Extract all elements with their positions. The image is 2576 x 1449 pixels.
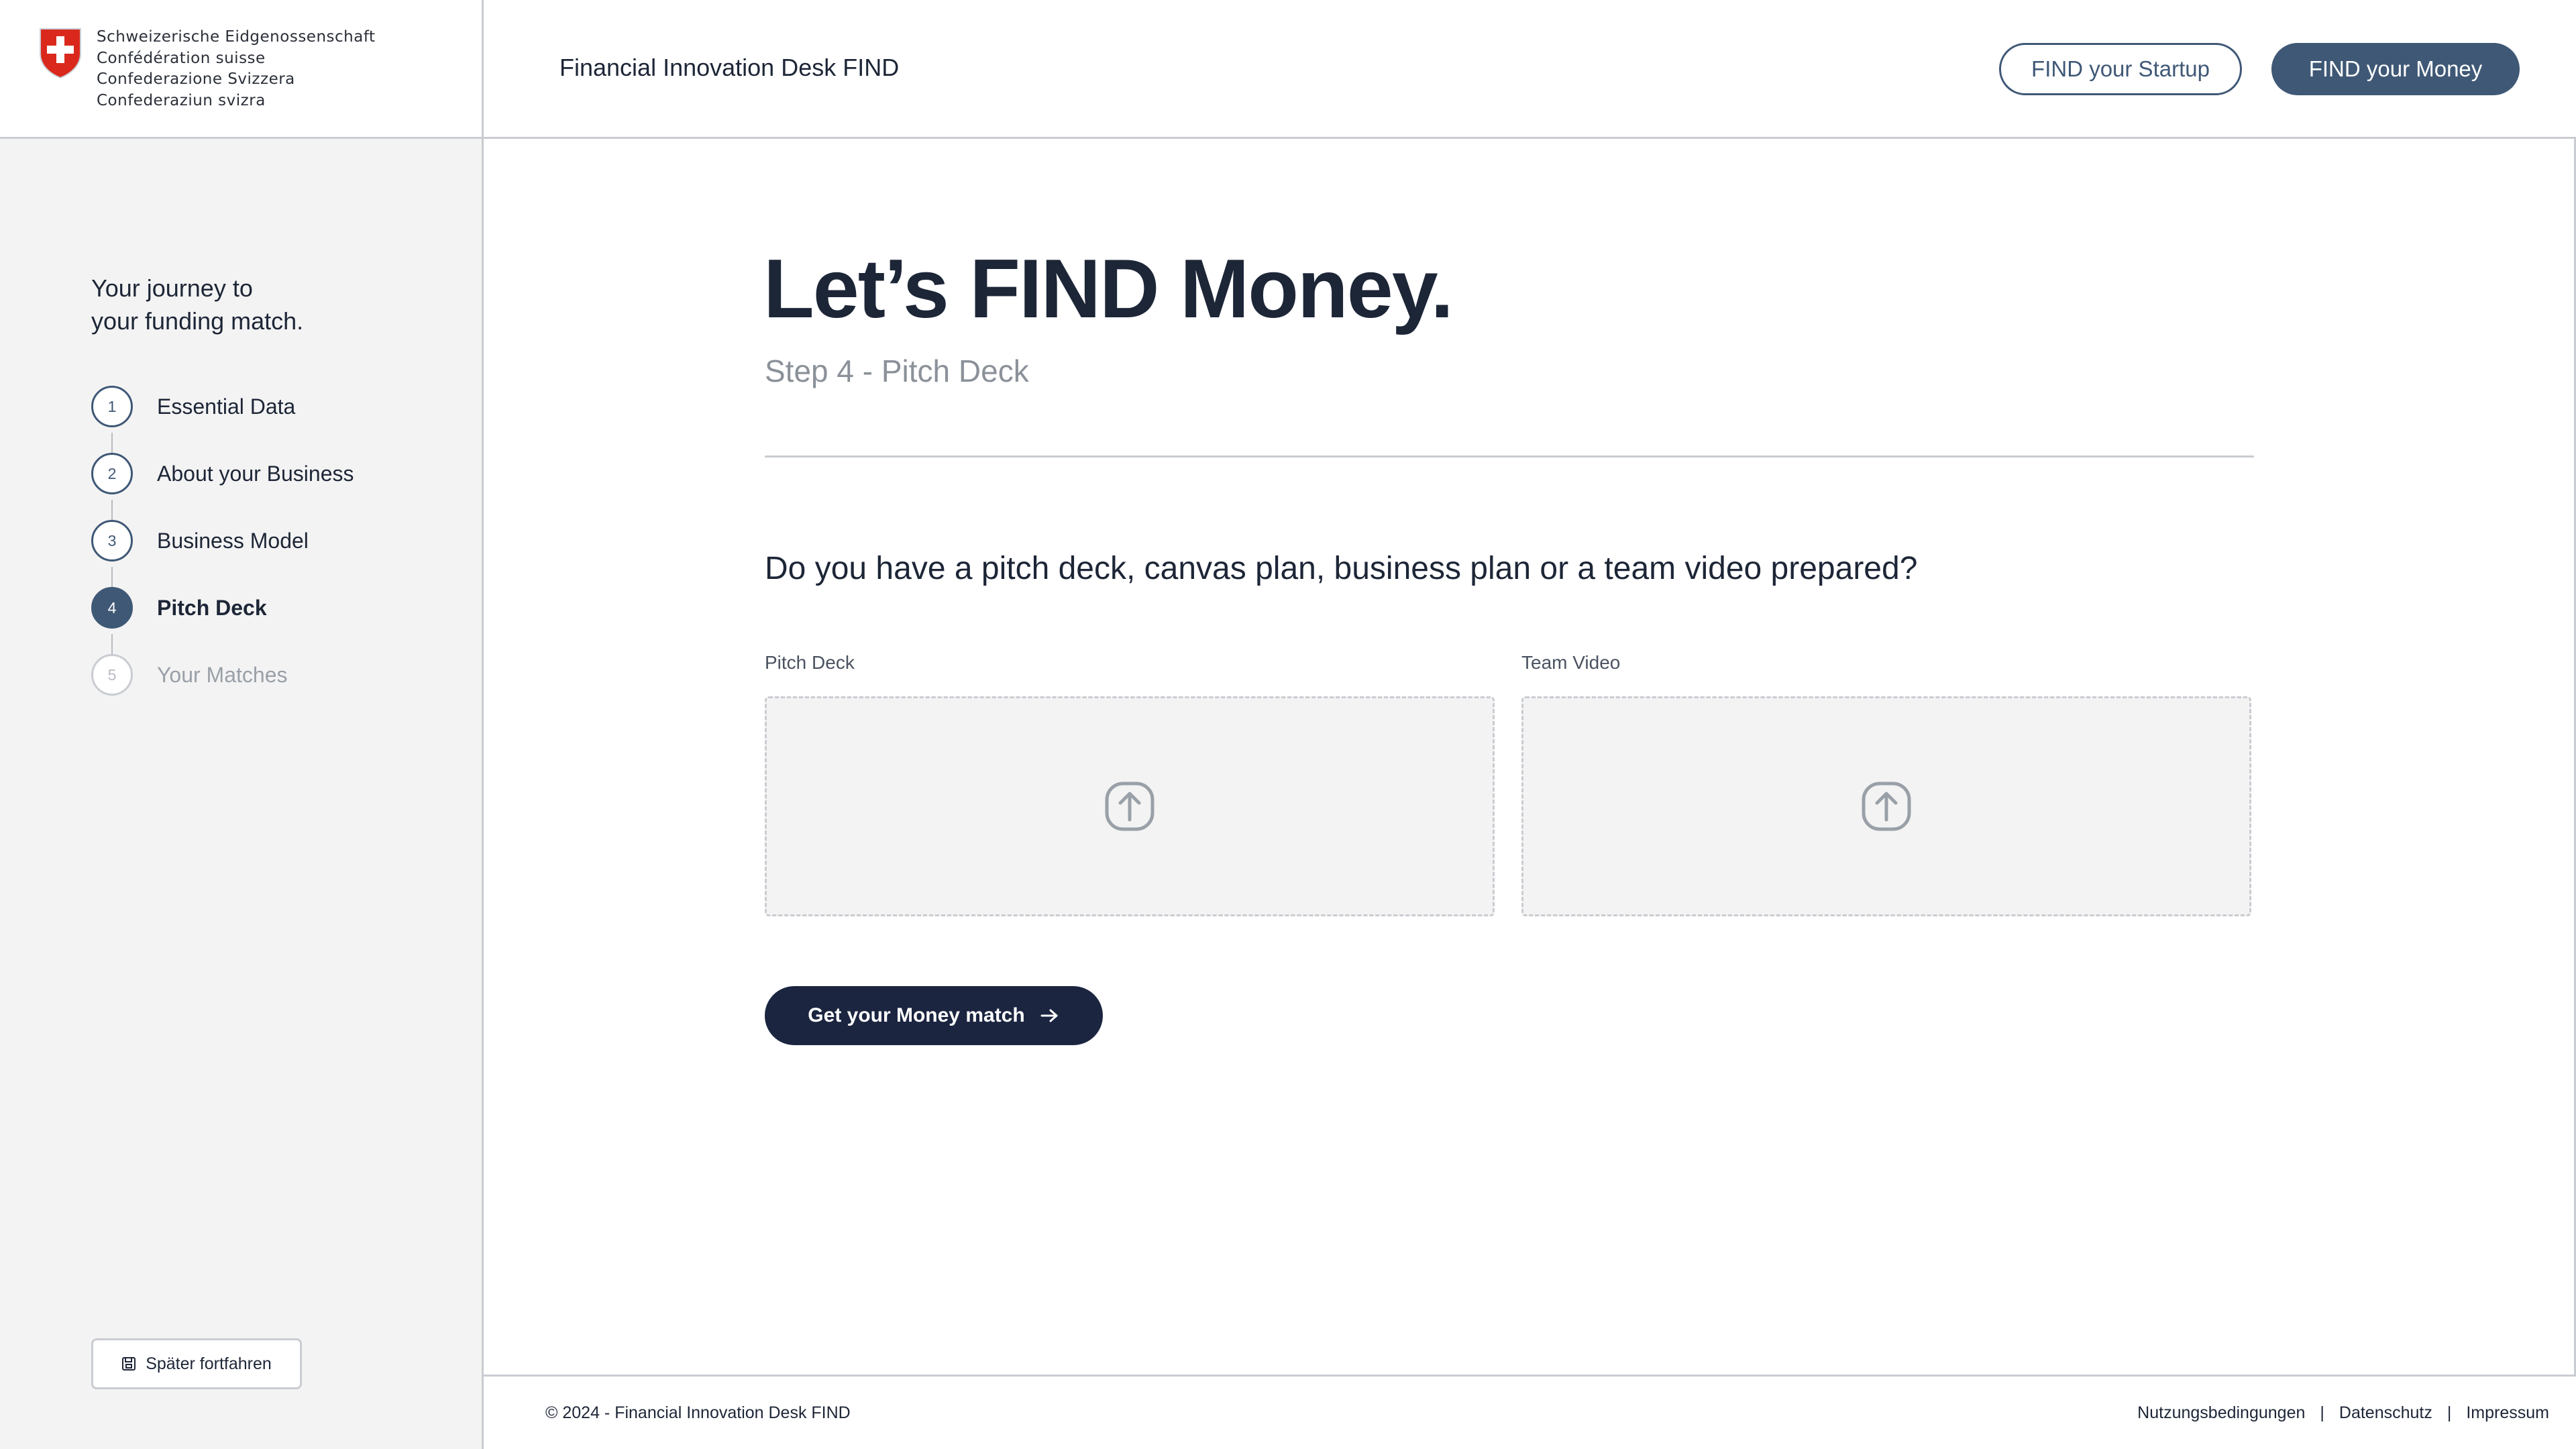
step-your-matches: 5 Your Matches [91, 654, 440, 696]
step-essential-data[interactable]: 1 Essential Data [91, 386, 440, 427]
upload-icon [1862, 782, 1911, 831]
privacy-link[interactable]: Datenschutz [2339, 1403, 2432, 1423]
gov-line: Confédération suisse [97, 49, 266, 67]
divider [765, 455, 2254, 458]
step-label: About your Business [157, 461, 354, 486]
save-icon [122, 1357, 136, 1371]
get-money-match-button[interactable]: Get your Money match [765, 986, 1103, 1045]
step-label: Your Matches [157, 662, 288, 687]
team-video-dropzone[interactable] [1521, 696, 2251, 916]
step-label: Essential Data [157, 394, 296, 419]
find-startup-button[interactable]: FIND your Startup [1999, 43, 2242, 95]
gov-line: Schweizerische Eidgenossenschaft [97, 28, 376, 46]
federal-logo[interactable]: Schweizerische Eidgenossenschaft Confédé… [0, 0, 484, 139]
upload-question: Do you have a pitch deck, canvas plan, b… [765, 551, 1918, 586]
step-label: Pitch Deck [157, 595, 267, 620]
sidebar: Your journey to your funding match. 1 Es… [0, 139, 484, 1449]
step-subtitle: Step 4 - Pitch Deck [765, 354, 1029, 388]
link-separator: | [2447, 1403, 2452, 1422]
arrow-right-icon [1040, 1009, 1058, 1022]
government-names: Schweizerische Eidgenossenschaft Confédé… [97, 27, 376, 111]
copyright: © 2024 - Financial Innovation Desk FIND [545, 1403, 851, 1422]
footer: © 2024 - Financial Innovation Desk FIND … [484, 1375, 2576, 1449]
step-number: 2 [91, 453, 133, 494]
step-number: 1 [91, 386, 133, 427]
find-money-button[interactable]: FIND your Money [2271, 43, 2520, 95]
gov-line: Confederazione Svizzera [97, 70, 295, 88]
step-business-model[interactable]: 3 Business Model [91, 520, 440, 561]
continue-later-label: Später fortfahren [146, 1354, 272, 1373]
step-number: 5 [91, 654, 133, 696]
page-title: Let’s FIND Money. [763, 243, 1454, 335]
swiss-shield-icon [40, 28, 81, 79]
terms-link[interactable]: Nutzungsbedingungen [2137, 1403, 2305, 1423]
cta-label: Get your Money match [808, 1004, 1025, 1026]
step-label: Business Model [157, 528, 309, 553]
step-number: 4 [91, 587, 133, 629]
header: Schweizerische Eidgenossenschaft Confédé… [0, 0, 2576, 139]
upload-icon [1105, 782, 1155, 831]
journey-title: Your journey to your funding match. [91, 274, 304, 335]
continue-later-button[interactable]: Später fortfahren [91, 1338, 302, 1389]
app-title[interactable]: Financial Innovation Desk FIND [559, 54, 899, 82]
team-video-label: Team Video [1521, 652, 1621, 673]
step-about-business[interactable]: 2 About your Business [91, 453, 440, 494]
step-pitch-deck[interactable]: 4 Pitch Deck [91, 587, 440, 629]
link-separator: | [2320, 1403, 2324, 1422]
step-number: 3 [91, 520, 133, 561]
footer-links: Nutzungsbedingungen | Datenschutz | Impr… [2137, 1403, 2549, 1423]
pitch-deck-label: Pitch Deck [765, 652, 855, 673]
gov-line: Confederaziun svizra [97, 91, 266, 109]
pitch-deck-dropzone[interactable] [765, 696, 1495, 916]
imprint-link[interactable]: Impressum [2466, 1403, 2549, 1423]
